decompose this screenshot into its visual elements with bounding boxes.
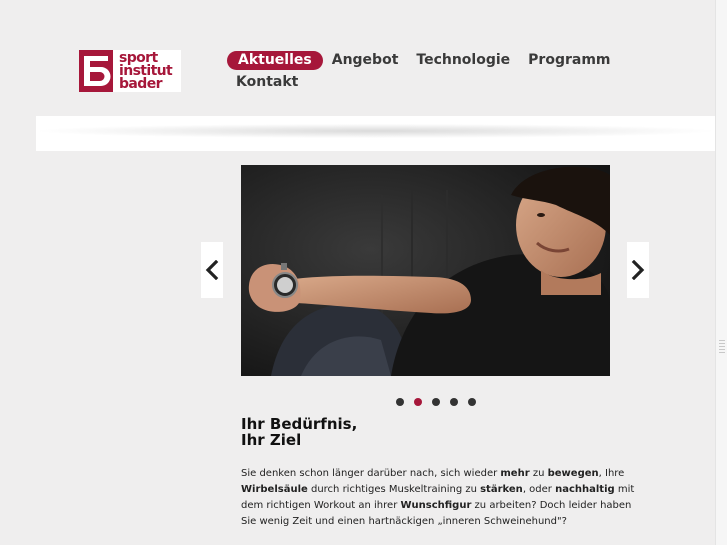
paragraph-text: Sie denken schon länger darüber nach, si…: [241, 468, 501, 479]
nav-item-kontakt[interactable]: Kontakt: [227, 73, 307, 92]
logo-mark-icon: [79, 50, 113, 92]
scrollbar-grip[interactable]: [719, 340, 725, 354]
emphasis-text: bewegen: [547, 468, 599, 479]
logo-line-3: bader: [119, 75, 162, 92]
slider-dot-2[interactable]: [414, 398, 422, 406]
band-swoosh: [36, 122, 715, 140]
header-band: [36, 116, 715, 151]
chevron-right-icon: [631, 260, 645, 280]
nav-row-2: Kontakt: [227, 72, 627, 92]
emphasis-text: Wunschfigur: [400, 500, 472, 511]
nav-item-aktuelles[interactable]: Aktuelles: [227, 50, 323, 70]
main-nav: Aktuelles Angebot Technologie Programm K…: [227, 50, 627, 92]
slider-prev-button[interactable]: [201, 242, 223, 298]
nav-item-angebot[interactable]: Angebot: [323, 51, 408, 70]
article-paragraph: Sie denken schon länger darüber nach, si…: [241, 466, 641, 530]
emphasis-text: Wirbelsäule: [241, 484, 308, 495]
paragraph-text: , Ihre: [598, 468, 625, 479]
paragraph-text: zu: [529, 468, 548, 479]
slider-image: [241, 165, 610, 376]
paragraph-text: , oder: [522, 484, 556, 495]
slider-dot-1[interactable]: [396, 398, 404, 406]
logo-text: sport institut bader: [113, 51, 173, 92]
man-with-stopwatch-photo: [241, 165, 610, 376]
nav-row-1: Aktuelles Angebot Technologie Programm: [227, 50, 627, 70]
nav-item-technologie[interactable]: Technologie: [407, 51, 519, 70]
logo[interactable]: sport institut bader: [79, 50, 181, 92]
emphasis-text: stärken: [480, 484, 523, 495]
article: Ihr Bedürfnis, Ihr Ziel Sie denken schon…: [241, 416, 641, 530]
scrollbar[interactable]: [715, 0, 727, 545]
nav-item-programm[interactable]: Programm: [519, 51, 619, 70]
paragraph-text: durch richtiges Muskeltraining zu: [307, 484, 481, 495]
emphasis-text: mehr: [500, 468, 530, 479]
article-headline: Ihr Bedürfnis, Ihr Ziel: [241, 415, 358, 449]
logo-mark: [79, 50, 113, 92]
slider-dot-3[interactable]: [432, 398, 440, 406]
emphasis-text: nachhaltig: [555, 484, 615, 495]
slider-pagination: [396, 398, 476, 406]
slider-next-button[interactable]: [627, 242, 649, 298]
slider-dot-4[interactable]: [450, 398, 458, 406]
slider-dot-5[interactable]: [468, 398, 476, 406]
chevron-left-icon: [205, 260, 219, 280]
